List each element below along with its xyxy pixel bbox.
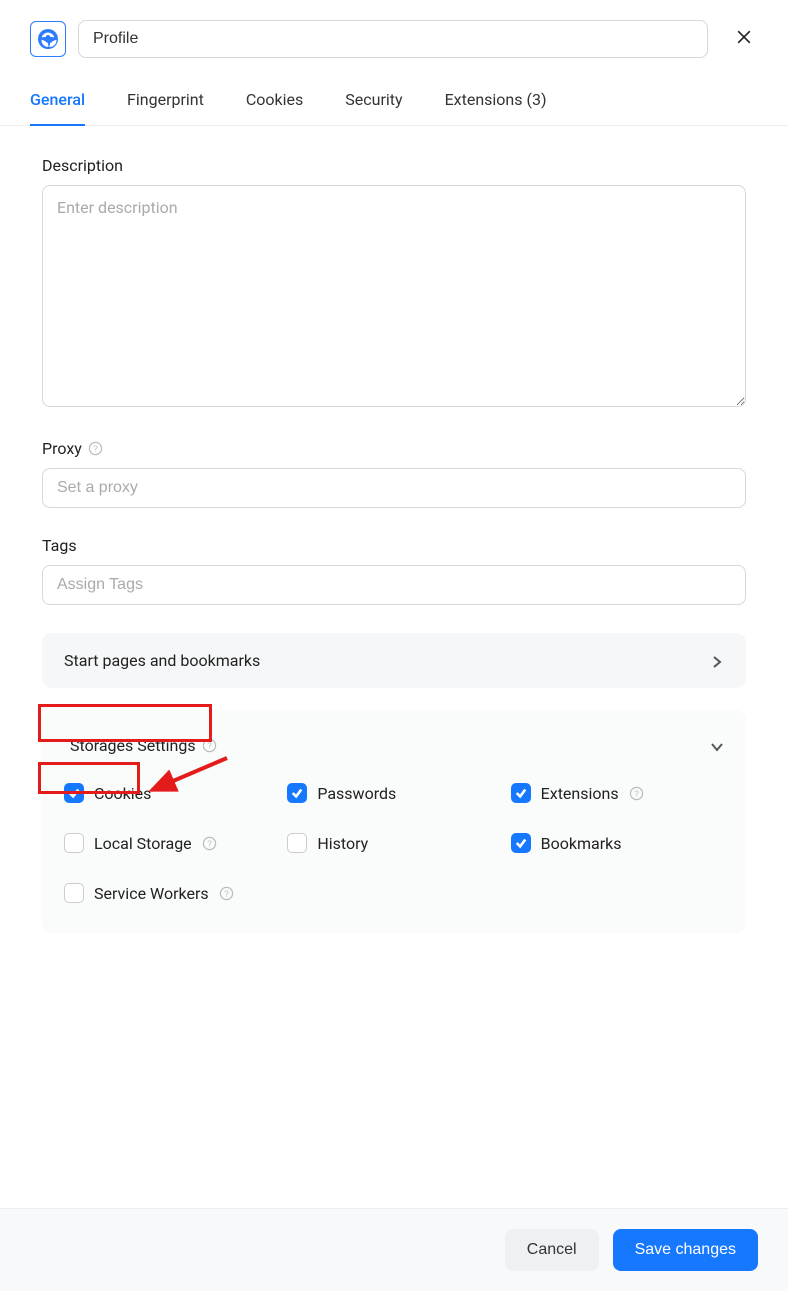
svg-text:?: ? <box>93 444 98 454</box>
help-icon[interactable]: ? <box>88 441 103 456</box>
help-icon[interactable]: ? <box>202 738 217 753</box>
save-button[interactable]: Save changes <box>613 1229 758 1271</box>
tags-input[interactable] <box>42 565 746 605</box>
description-field: Description <box>42 156 746 411</box>
help-icon[interactable]: ? <box>629 786 644 801</box>
tab-fingerprint[interactable]: Fingerprint <box>127 76 204 125</box>
help-icon[interactable]: ? <box>219 886 234 901</box>
checkbox-local-storage[interactable] <box>64 833 84 853</box>
help-icon[interactable]: ? <box>202 836 217 851</box>
proxy-field: Proxy ? <box>42 439 746 508</box>
checkbox-cookies[interactable] <box>64 783 84 803</box>
checkbox-extensions[interactable] <box>511 783 531 803</box>
chevron-right-icon <box>710 654 724 668</box>
tab-extensions[interactable]: Extensions (3) <box>445 76 547 125</box>
tags-field: Tags <box>42 536 746 605</box>
storage-item-local-storage: Local Storage ? <box>64 833 277 853</box>
checkbox-label: Service Workers <box>94 884 209 903</box>
checkbox-bookmarks[interactable] <box>511 833 531 853</box>
svg-text:?: ? <box>207 741 212 751</box>
storage-item-service-workers: Service Workers ? <box>64 883 277 903</box>
description-textarea[interactable] <box>42 185 746 407</box>
checkbox-service-workers[interactable] <box>64 883 84 903</box>
start-pages-accordion[interactable]: Start pages and bookmarks <box>42 633 746 688</box>
checkbox-label: Extensions <box>541 784 619 803</box>
form-area: Description Proxy ? Tags Start pages and… <box>0 126 788 933</box>
storages-title-text: Storages Settings <box>70 736 196 755</box>
description-label: Description <box>42 156 746 175</box>
svg-text:?: ? <box>207 838 212 848</box>
tabs: General Fingerprint Cookies Security Ext… <box>0 76 788 126</box>
checkbox-label: Cookies <box>94 784 151 803</box>
svg-text:?: ? <box>224 888 229 898</box>
checkbox-label: History <box>317 834 368 853</box>
proxy-label-text: Proxy <box>42 439 82 458</box>
footer: Cancel Save changes <box>0 1208 788 1291</box>
tags-label: Tags <box>42 536 746 555</box>
storage-item-history: History <box>287 833 500 853</box>
start-pages-label: Start pages and bookmarks <box>64 651 260 670</box>
close-button[interactable] <box>730 25 758 53</box>
checkbox-passwords[interactable] <box>287 783 307 803</box>
close-icon <box>734 27 754 51</box>
storage-item-passwords: Passwords <box>287 783 500 803</box>
chevron-down-icon[interactable] <box>710 739 724 753</box>
app-logo-icon <box>30 21 66 57</box>
tab-general[interactable]: General <box>30 76 85 125</box>
header <box>0 0 788 76</box>
checkbox-label: Bookmarks <box>541 834 622 853</box>
storage-item-bookmarks: Bookmarks <box>511 833 724 853</box>
checkbox-history[interactable] <box>287 833 307 853</box>
tab-cookies[interactable]: Cookies <box>246 76 303 125</box>
storages-grid: Cookies Passwords Extensions ? Local Sto… <box>64 783 724 903</box>
proxy-label: Proxy ? <box>42 439 746 458</box>
svg-text:?: ? <box>634 788 639 798</box>
storages-panel: Storages Settings ? Cookies Password <box>42 710 746 933</box>
checkbox-label: Passwords <box>317 784 396 803</box>
storage-item-cookies: Cookies <box>64 783 277 803</box>
cancel-button[interactable]: Cancel <box>505 1229 599 1271</box>
checkbox-label: Local Storage <box>94 834 192 853</box>
proxy-input[interactable] <box>42 468 746 508</box>
storage-item-extensions: Extensions ? <box>511 783 724 803</box>
tab-security[interactable]: Security <box>345 76 402 125</box>
profile-name-input[interactable] <box>78 20 708 58</box>
storages-title: Storages Settings ? <box>64 732 223 759</box>
